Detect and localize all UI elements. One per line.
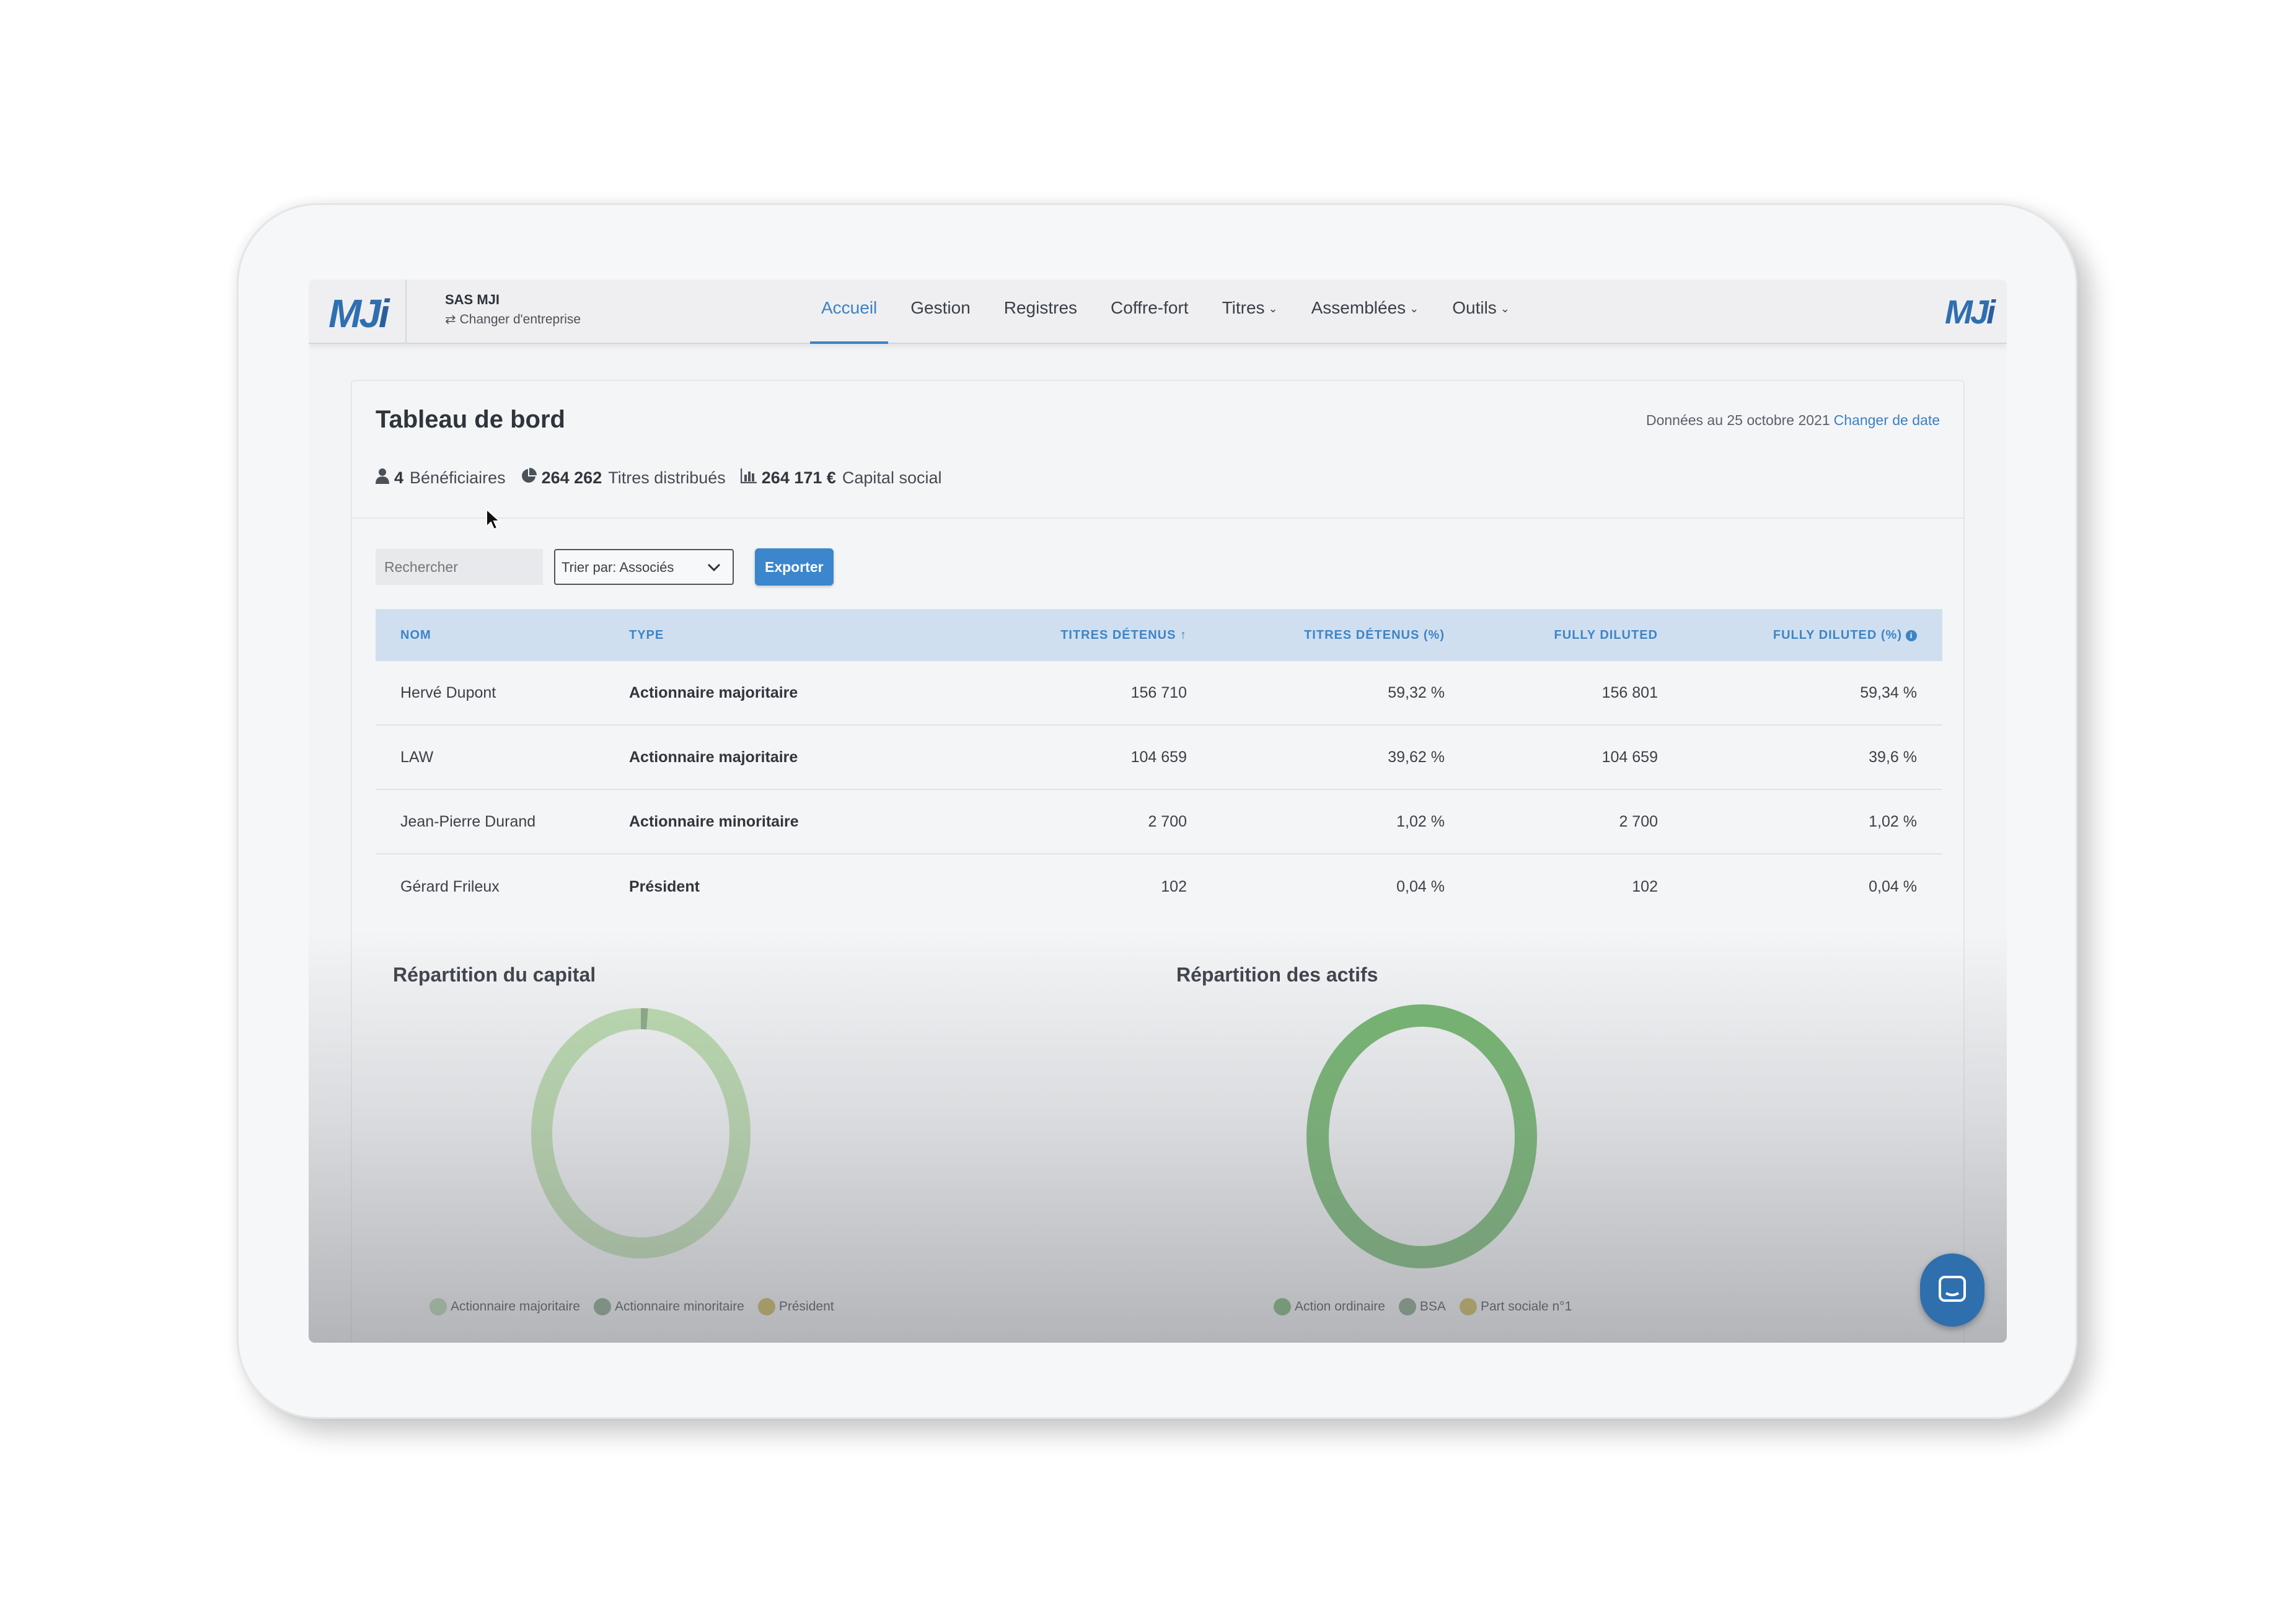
company-switcher[interactable]: SAS MJI ⇄ Changer d'entreprise	[445, 292, 581, 327]
bar-chart-icon	[740, 468, 757, 488]
dashboard-card: Tableau de bord Données au 25 octobre 20…	[351, 380, 1965, 1343]
change-company-link[interactable]: ⇄ Changer d'entreprise	[445, 312, 581, 327]
legend-swatch	[1274, 1298, 1291, 1315]
column-header-titres-pct[interactable]: TITRES DÉTENUS (%)	[1187, 628, 1445, 643]
table-toolbar: Trier par: Associés Exporter	[376, 548, 834, 586]
section-divider	[352, 517, 1963, 519]
table-row[interactable]: Jean-Pierre Durand Actionnaire minoritai…	[376, 790, 1942, 854]
export-button[interactable]: Exporter	[755, 548, 834, 586]
pie-chart-icon	[521, 468, 537, 488]
legend-label: Président	[778, 1299, 834, 1314]
chevron-down-icon: ⌄	[1409, 302, 1419, 315]
capital-chart-legend: Actionnaire majoritaire Actionnaire minor…	[429, 1298, 848, 1315]
column-header-type[interactable]: TYPE	[629, 628, 927, 643]
legend-swatch	[1459, 1298, 1477, 1315]
legend-swatch	[429, 1298, 447, 1315]
legend-label: Action ordinaire	[1295, 1299, 1385, 1314]
table-row[interactable]: Hervé Dupont Actionnaire majoritaire 156…	[376, 661, 1942, 726]
main-nav: Accueil Gestion Registres Coffre-fort Ti…	[804, 279, 1526, 344]
donut-slice-0[interactable]	[1306, 1004, 1537, 1268]
chevron-down-icon: ⌄	[1268, 302, 1278, 315]
legend-item[interactable]: Part sociale n°1	[1459, 1298, 1572, 1315]
assets-donut-chart[interactable]	[1304, 1003, 1540, 1270]
summary-stats: 4 Bénéficiaires 264 262 Titres distribués …	[376, 468, 956, 488]
legend-item[interactable]: Actionnaire minoritaire	[593, 1298, 744, 1315]
swap-icon: ⇄	[445, 312, 456, 327]
table-row[interactable]: Gérard Frileux Président 102 0,04 % 102 …	[376, 854, 1942, 919]
mouse-cursor-icon	[486, 508, 501, 530]
assets-chart-title: Répartition des actifs	[1176, 963, 1378, 986]
top-navbar: MJi SAS MJI ⇄ Changer d'entreprise Accuei…	[309, 279, 2007, 344]
legend-item[interactable]: Actionnaire majoritaire	[429, 1298, 580, 1315]
navbar-divider	[405, 279, 407, 344]
legend-label: Actionnaire majoritaire	[451, 1299, 580, 1314]
stat-capital: 264 171 € Capital social	[740, 468, 941, 488]
nav-item-assemblees[interactable]: Assemblées ⌄	[1300, 279, 1430, 344]
capital-chart-title: Répartition du capital	[393, 963, 596, 986]
assets-chart-legend: Action ordinaire BSA Part sociale n°1	[1274, 1298, 1585, 1315]
stat-beneficiaries: 4 Bénéficiaires	[376, 468, 506, 488]
chevron-down-icon: ⌄	[1500, 302, 1510, 315]
stat-titres: 264 262 Titres distribués	[521, 468, 726, 488]
table-row[interactable]: LAW Actionnaire majoritaire 104 659 39,6…	[376, 726, 1942, 790]
sort-select[interactable]: Trier par: Associés	[554, 549, 734, 585]
company-name: SAS MJI	[445, 292, 500, 307]
capital-donut-chart[interactable]	[529, 1003, 752, 1263]
legend-swatch	[1398, 1298, 1416, 1315]
donut-slice-2[interactable]	[531, 1008, 751, 1258]
nav-item-gestion[interactable]: Gestion	[899, 279, 982, 344]
shareholders-table: NOM TYPE TITRES DÉTENUS ↑ TITRES DÉTENUS…	[376, 609, 1942, 919]
brand-logo-right: MJi	[1944, 294, 1996, 331]
sort-asc-icon: ↑	[1180, 628, 1187, 642]
column-header-titres[interactable]: TITRES DÉTENUS ↑	[927, 628, 1187, 643]
column-header-fully-diluted[interactable]: FULLY DILUTED	[1445, 628, 1658, 643]
app-screen: MJi SAS MJI ⇄ Changer d'entreprise Accuei…	[309, 279, 2007, 1343]
search-input[interactable]	[376, 549, 543, 585]
legend-swatch	[757, 1298, 775, 1315]
info-icon[interactable]: i	[1906, 630, 1917, 641]
chevron-down-icon	[707, 558, 721, 581]
nav-item-accueil[interactable]: Accueil	[810, 279, 889, 344]
page-title: Tableau de bord	[376, 406, 565, 433]
chat-icon	[1939, 1276, 1966, 1302]
user-icon	[376, 468, 389, 488]
legend-label: BSA	[1419, 1299, 1446, 1314]
nav-item-titres[interactable]: Titres ⌄	[1211, 279, 1289, 344]
column-header-fully-diluted-pct[interactable]: FULLY DILUTED (%) i	[1658, 628, 1942, 643]
column-header-nom[interactable]: NOM	[376, 628, 629, 643]
legend-label: Part sociale n°1	[1480, 1299, 1572, 1314]
app-logo[interactable]: MJi	[328, 291, 390, 336]
change-date-link[interactable]: Changer de date	[1834, 412, 1940, 428]
nav-item-registres[interactable]: Registres	[993, 279, 1088, 344]
nav-item-outils[interactable]: Outils ⌄	[1441, 279, 1521, 344]
nav-item-coffre-fort[interactable]: Coffre-fort	[1099, 279, 1200, 344]
legend-item[interactable]: Action ordinaire	[1274, 1298, 1385, 1315]
table-header: NOM TYPE TITRES DÉTENUS ↑ TITRES DÉTENUS…	[376, 609, 1942, 661]
chat-launcher-button[interactable]	[1920, 1253, 1984, 1327]
legend-item[interactable]: Président	[757, 1298, 834, 1315]
legend-label: Actionnaire minoritaire	[614, 1299, 744, 1314]
legend-swatch	[593, 1298, 611, 1315]
data-date: Données au 25 octobre 2021 Changer de dat…	[1645, 412, 1940, 428]
legend-item[interactable]: BSA	[1398, 1298, 1446, 1315]
